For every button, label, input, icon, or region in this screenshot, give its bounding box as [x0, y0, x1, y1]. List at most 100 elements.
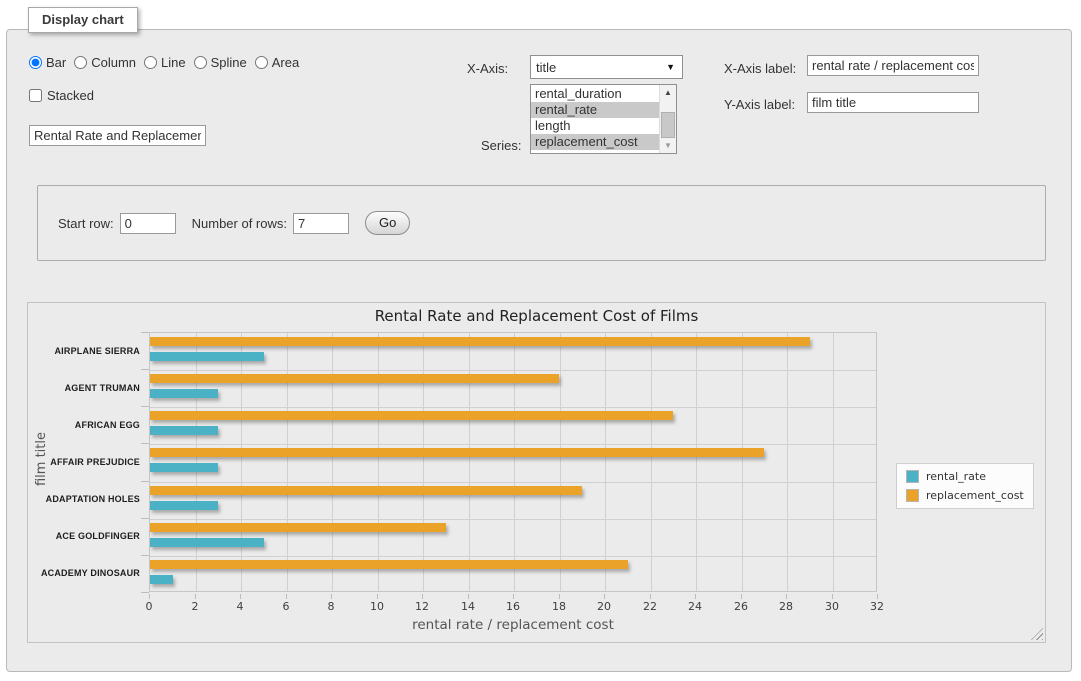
y-tick-mark — [141, 481, 149, 482]
num-rows-input[interactable] — [293, 213, 349, 234]
legend-label: replacement_cost — [926, 489, 1024, 502]
chart-type-radio-spline[interactable] — [194, 56, 207, 69]
gridline — [150, 482, 876, 483]
stacked-checkbox-row: Stacked — [29, 88, 94, 103]
bar-replacement_cost — [150, 486, 582, 495]
chart-type-radio-bar[interactable] — [29, 56, 42, 69]
category-label: AFFAIR PREJUDICE — [28, 457, 140, 467]
x-tick-mark — [559, 594, 560, 599]
chart-type-label: Bar — [46, 55, 66, 70]
chart-type-label: Area — [272, 55, 299, 70]
chart-type-option: Area — [255, 55, 299, 70]
series-options: rental_durationrental_ratelengthreplacem… — [531, 85, 659, 153]
gridline — [560, 333, 561, 591]
series-option-rental_duration[interactable]: rental_duration — [531, 86, 659, 102]
bar-rental_rate — [150, 463, 218, 472]
bar-rental_rate — [150, 352, 264, 361]
stacked-checkbox[interactable] — [29, 89, 42, 102]
x-tick-label: 30 — [825, 600, 839, 613]
category-label: AGENT TRUMAN — [28, 383, 140, 393]
x-tick-label: 24 — [688, 600, 702, 613]
y-tick-mark — [141, 406, 149, 407]
start-row-input[interactable] — [120, 213, 176, 234]
category-label: AFRICAN EGG — [28, 420, 140, 430]
x-tick-mark — [741, 594, 742, 599]
legend-swatch-replacement_cost — [906, 489, 919, 502]
resize-grip-icon[interactable] — [1031, 628, 1043, 640]
chart-type-radio-column[interactable] — [74, 56, 87, 69]
gridline — [150, 519, 876, 520]
series-scrollbar[interactable] — [659, 85, 676, 153]
chart-type-option: Column — [74, 55, 136, 70]
gridline — [150, 444, 876, 445]
gridline — [150, 407, 876, 408]
scroll-up-icon[interactable] — [660, 85, 676, 100]
gridline — [651, 333, 652, 591]
series-option-replacement_cost[interactable]: replacement_cost — [531, 134, 659, 150]
x-tick-label: 20 — [597, 600, 611, 613]
y-tick-mark — [141, 555, 149, 556]
gridline — [742, 333, 743, 591]
bar-replacement_cost — [150, 448, 764, 457]
category-label: ACADEMY DINOSAUR — [28, 568, 140, 578]
y-tick-mark — [141, 592, 149, 593]
x-tick-mark — [377, 594, 378, 599]
scrollbar-thumb[interactable] — [661, 112, 675, 138]
category-label: ACE GOLDFINGER — [28, 531, 140, 541]
bar-rental_rate — [150, 575, 173, 584]
gridline — [787, 333, 788, 591]
page: Display chart Bar Column Line Spline Area St… — [0, 0, 1081, 681]
x-tick-mark — [513, 594, 514, 599]
chart-type-radio-line[interactable] — [144, 56, 157, 69]
legend-label: rental_rate — [926, 470, 986, 483]
legend-swatch-rental_rate — [906, 470, 919, 483]
gridline — [514, 333, 515, 591]
x-tick-mark — [149, 594, 150, 599]
chart-type-option: Spline — [194, 55, 247, 70]
legend-item: rental_rate — [906, 470, 1024, 483]
x-tick-label: 10 — [370, 600, 384, 613]
gridline — [378, 333, 379, 591]
x-axis-label-input[interactable] — [807, 55, 979, 76]
chart-type-radio-area[interactable] — [255, 56, 268, 69]
bar-replacement_cost — [150, 523, 446, 532]
y-tick-mark — [141, 369, 149, 370]
x-tick-label: 4 — [237, 600, 244, 613]
bar-rental_rate — [150, 501, 218, 510]
chart-type-label: Line — [161, 55, 186, 70]
chart-type-label: Column — [91, 55, 136, 70]
bar-rental_rate — [150, 389, 218, 398]
series-option-length[interactable]: length — [531, 118, 659, 134]
x-tick-mark — [286, 594, 287, 599]
series-select-label: Series: — [481, 138, 521, 153]
go-button[interactable]: Go — [365, 211, 410, 235]
gridline — [150, 556, 876, 557]
series-option-rental_rate[interactable]: rental_rate — [531, 102, 659, 118]
start-row-label: Start row: — [58, 216, 114, 231]
y-axis-label-input[interactable] — [807, 92, 979, 113]
bar-replacement_cost — [150, 411, 673, 420]
x-tick-label: 32 — [870, 600, 884, 613]
x-axis-selected-value: title — [536, 60, 556, 75]
chart-type-radio-group: Bar Column Line Spline Area — [29, 55, 307, 70]
x-tick-label: 18 — [552, 600, 566, 613]
x-tick-label: 26 — [734, 600, 748, 613]
x-tick-label: 2 — [192, 600, 199, 613]
scroll-down-icon[interactable] — [660, 138, 676, 153]
x-axis-select[interactable]: title ▼ — [530, 55, 683, 79]
gridline — [423, 333, 424, 591]
chart-title-input[interactable] — [29, 125, 206, 146]
bar-rental_rate — [150, 426, 218, 435]
gridline — [241, 333, 242, 591]
bar-replacement_cost — [150, 374, 559, 383]
x-tick-mark — [877, 594, 878, 599]
gridline — [287, 333, 288, 591]
chart-x-axis-label: rental rate / replacement cost — [149, 617, 877, 633]
stacked-label: Stacked — [47, 88, 94, 103]
x-tick-mark — [650, 594, 651, 599]
panel-title: Display chart — [28, 7, 138, 33]
chart-type-label: Spline — [211, 55, 247, 70]
gridline — [696, 333, 697, 591]
series-multiselect: rental_durationrental_ratelengthreplacem… — [530, 84, 677, 154]
x-tick-mark — [604, 594, 605, 599]
